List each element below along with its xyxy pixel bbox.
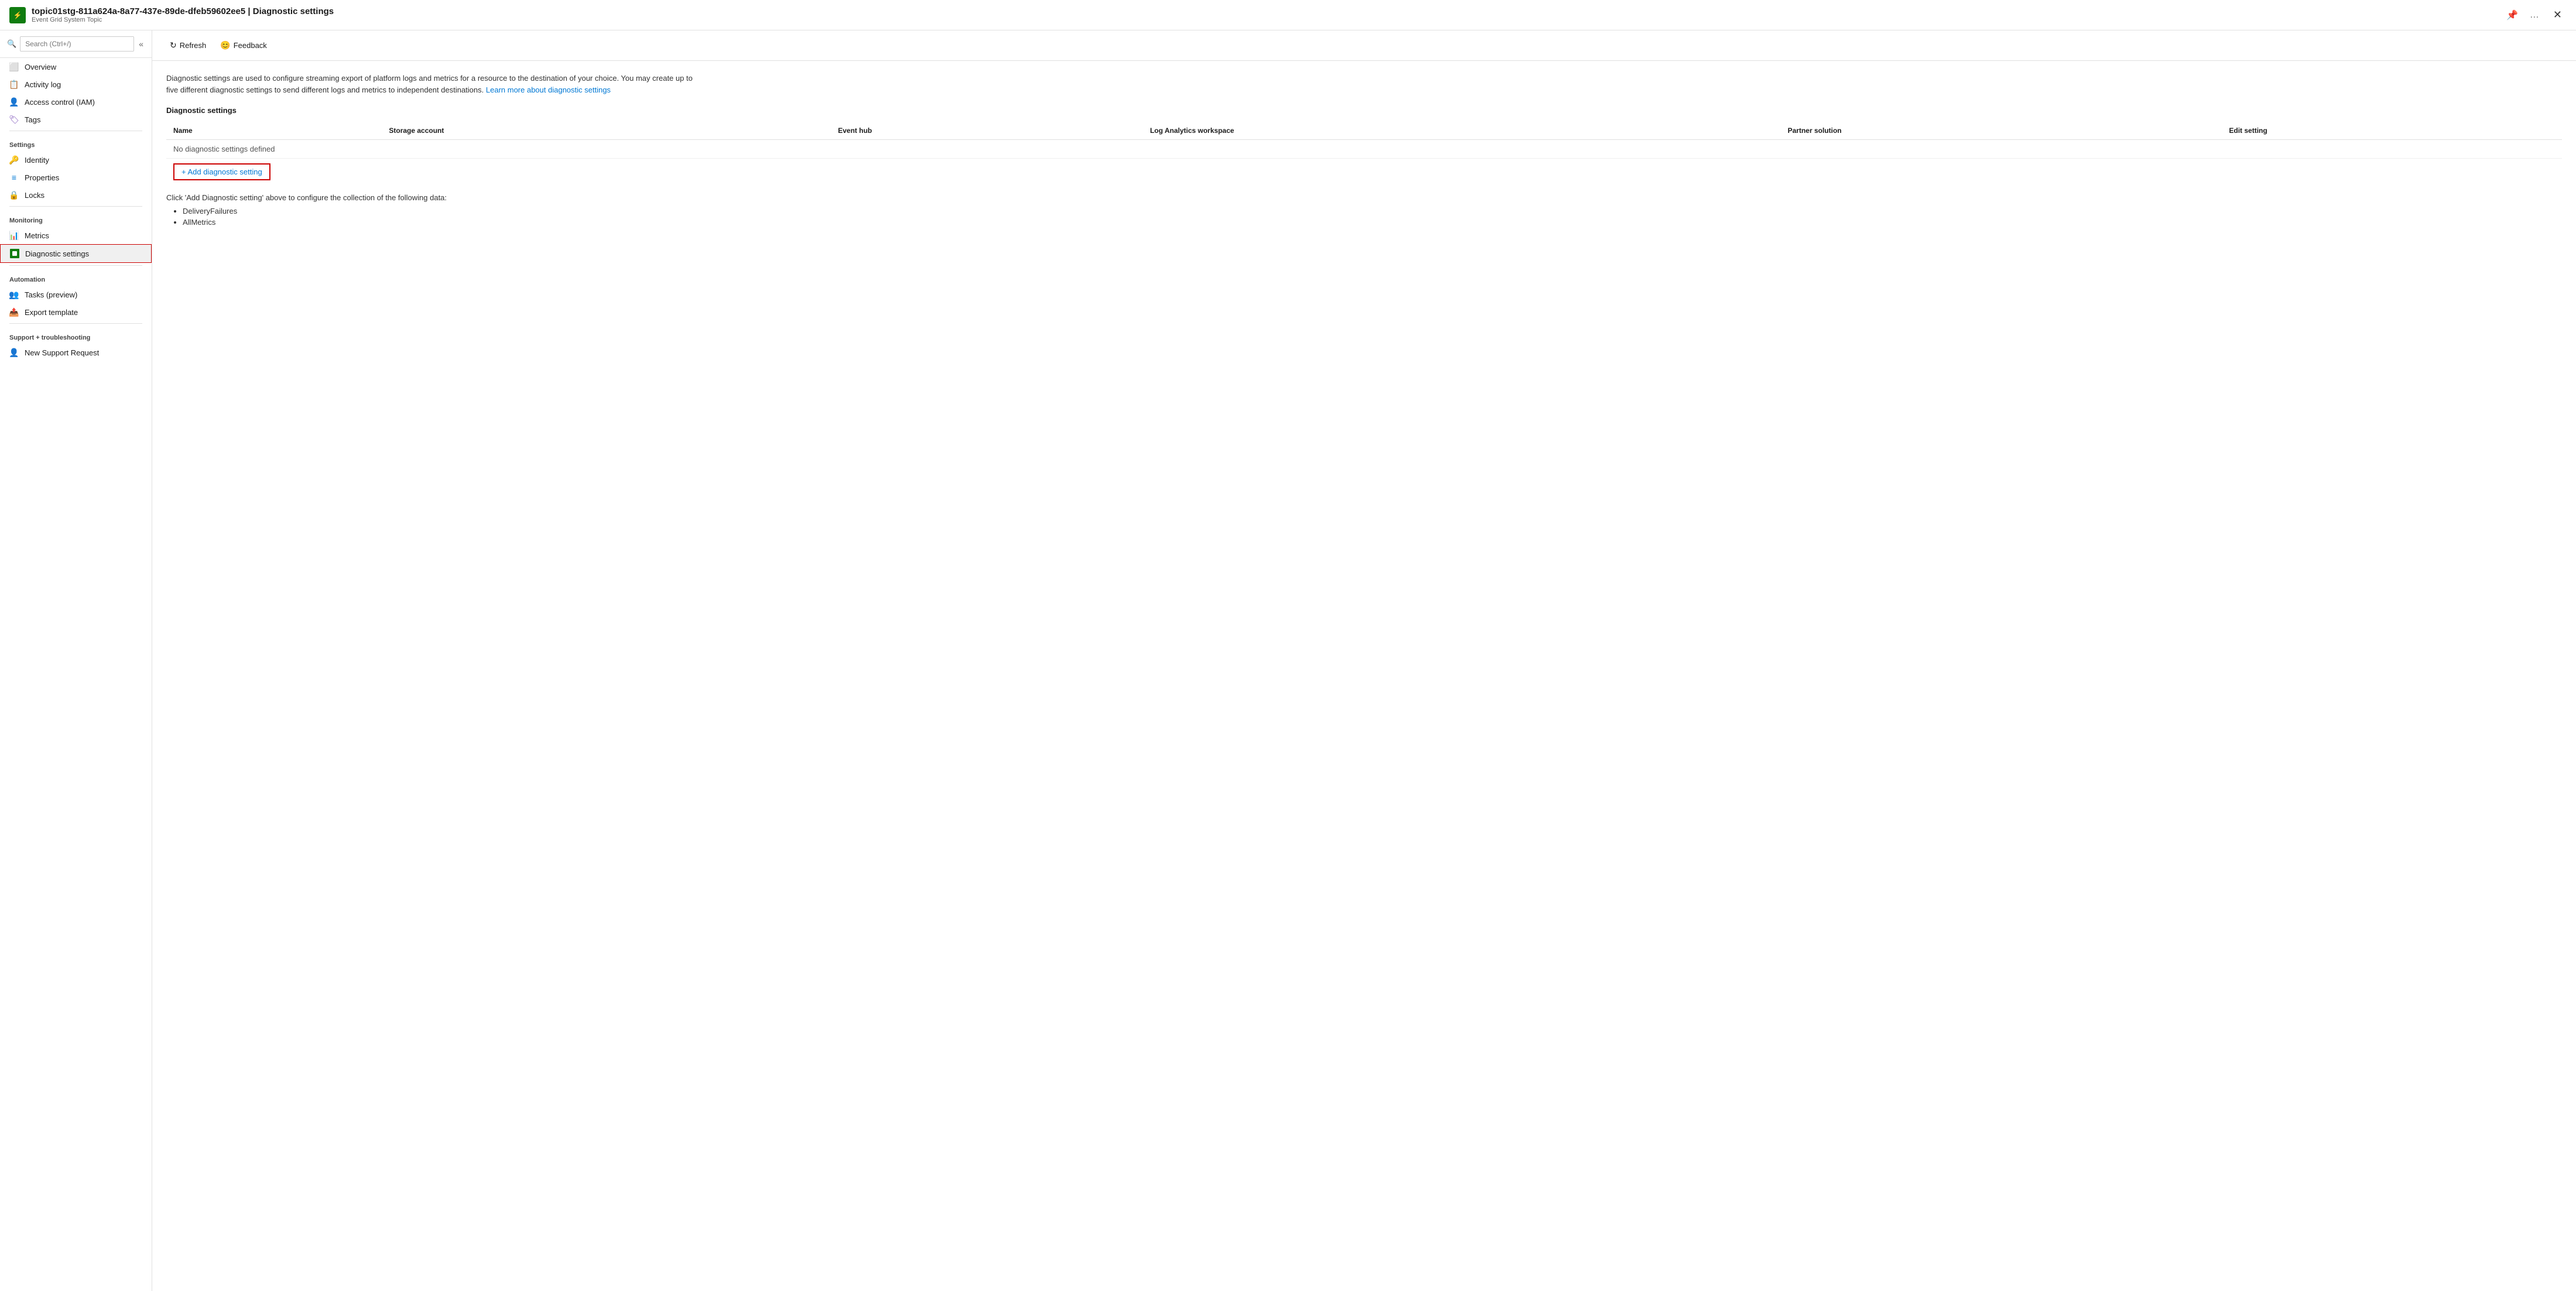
- col-header-eventhub: Event hub: [831, 122, 1143, 140]
- collapse-sidebar-button[interactable]: «: [138, 38, 145, 50]
- sidebar-item-diagnostic-settings[interactable]: Diagnostic settings: [0, 244, 152, 263]
- properties-icon: ≡: [9, 173, 19, 182]
- resource-type-label: Event Grid System Topic: [32, 16, 334, 23]
- title-text-group: topic01stg-811a624a-8a77-437e-89de-dfeb5…: [32, 6, 334, 23]
- tags-icon: 🏷: [9, 115, 19, 124]
- sidebar-item-label: Identity: [25, 156, 49, 165]
- configure-text: Click 'Add Diagnostic setting' above to …: [166, 193, 2562, 202]
- learn-more-link[interactable]: Learn more about diagnostic settings: [486, 85, 611, 94]
- search-input[interactable]: [20, 36, 134, 52]
- feedback-button[interactable]: 😊 Feedback: [214, 37, 273, 53]
- diagnostic-settings-icon: [10, 249, 19, 258]
- page-title: topic01stg-811a624a-8a77-437e-89de-dfeb5…: [32, 6, 334, 16]
- feedback-label: Feedback: [234, 41, 267, 50]
- search-icon: 🔍: [7, 39, 16, 49]
- support-divider: [9, 323, 142, 324]
- close-button[interactable]: ✕: [2548, 6, 2567, 23]
- sidebar-item-new-support-request[interactable]: 👤 New Support Request: [0, 344, 152, 361]
- add-diagnostic-setting-button[interactable]: + Add diagnostic setting: [173, 163, 270, 180]
- sidebar-item-label: Diagnostic settings: [25, 249, 89, 258]
- col-header-log-analytics: Log Analytics workspace: [1143, 122, 1780, 140]
- content-area: ↻ Refresh 😊 Feedback Diagnostic settings…: [152, 30, 2576, 1291]
- new-support-icon: 👤: [9, 348, 19, 357]
- sidebar-item-label: Tasks (preview): [25, 290, 77, 299]
- sidebar-item-label: Overview: [25, 63, 56, 71]
- data-item-delivery-failures: DeliveryFailures: [183, 207, 2562, 215]
- iam-icon: 👤: [9, 97, 19, 107]
- sidebar-item-locks[interactable]: 🔒 Locks: [0, 186, 152, 204]
- sidebar: 🔍 « ⬜ Overview 📋 Activity log 👤 Access c…: [0, 30, 152, 1291]
- title-bar: ⚡ topic01stg-811a624a-8a77-437e-89de-dfe…: [0, 0, 2576, 30]
- refresh-button[interactable]: ↻ Refresh: [164, 37, 212, 53]
- col-header-storage: Storage account: [382, 122, 831, 140]
- no-settings-row: No diagnostic settings defined: [166, 140, 2562, 159]
- title-left: ⚡ topic01stg-811a624a-8a77-437e-89de-dfe…: [9, 6, 334, 23]
- settings-section-label: Settings: [0, 133, 152, 151]
- col-header-edit: Edit setting: [2222, 122, 2562, 140]
- locks-icon: 🔒: [9, 190, 19, 200]
- sidebar-item-overview[interactable]: ⬜ Overview: [0, 58, 152, 76]
- sidebar-item-label: Export template: [25, 308, 78, 317]
- title-actions: 📌 … ✕: [2504, 6, 2567, 23]
- col-header-partner: Partner solution: [1780, 122, 2222, 140]
- diagnostic-settings-section-title: Diagnostic settings: [166, 106, 2562, 115]
- col-header-name: Name: [166, 122, 382, 140]
- overview-icon: ⬜: [9, 62, 19, 71]
- monitoring-divider: [9, 206, 142, 207]
- sidebar-item-label: New Support Request: [25, 348, 99, 357]
- sidebar-item-metrics[interactable]: 📊 Metrics: [0, 227, 152, 244]
- activity-log-icon: 📋: [9, 80, 19, 89]
- sidebar-item-export-template[interactable]: 📤 Export template: [0, 303, 152, 321]
- no-settings-text: No diagnostic settings defined: [166, 140, 2562, 159]
- sidebar-item-tasks[interactable]: 👥 Tasks (preview): [0, 286, 152, 303]
- metrics-icon: 📊: [9, 231, 19, 240]
- sidebar-item-identity[interactable]: 🔑 Identity: [0, 151, 152, 169]
- sidebar-item-properties[interactable]: ≡ Properties: [0, 169, 152, 186]
- export-template-icon: 📤: [9, 307, 19, 317]
- toolbar: ↻ Refresh 😊 Feedback: [152, 30, 2576, 61]
- sidebar-item-label: Tags: [25, 115, 40, 124]
- monitoring-section-label: Monitoring: [0, 209, 152, 227]
- search-bar: 🔍 «: [0, 30, 152, 58]
- sidebar-item-label: Locks: [25, 191, 44, 200]
- automation-divider: [9, 265, 142, 266]
- content-body: Diagnostic settings are used to configur…: [152, 61, 2576, 241]
- description-paragraph: Diagnostic settings are used to configur…: [166, 73, 693, 95]
- data-items-list: DeliveryFailures AllMetrics: [166, 207, 2562, 227]
- main-layout: 🔍 « ⬜ Overview 📋 Activity log 👤 Access c…: [0, 30, 2576, 1291]
- sidebar-item-label: Access control (IAM): [25, 98, 95, 107]
- sidebar-item-label: Properties: [25, 173, 59, 182]
- tasks-icon: 👥: [9, 290, 19, 299]
- feedback-icon: 😊: [220, 40, 230, 50]
- sidebar-item-tags[interactable]: 🏷 Tags: [0, 111, 152, 128]
- pin-button[interactable]: 📌: [2504, 7, 2520, 23]
- automation-section-label: Automation: [0, 268, 152, 286]
- resource-icon: ⚡: [9, 7, 26, 23]
- more-options-button[interactable]: …: [2527, 8, 2541, 23]
- sidebar-item-label: Activity log: [25, 80, 61, 89]
- identity-icon: 🔑: [9, 155, 19, 165]
- diagnostic-settings-table: Name Storage account Event hub Log Analy…: [166, 122, 2562, 159]
- support-section-label: Support + troubleshooting: [0, 326, 152, 344]
- sidebar-item-label: Metrics: [25, 231, 49, 240]
- sidebar-item-iam[interactable]: 👤 Access control (IAM): [0, 93, 152, 111]
- sidebar-item-activity-log[interactable]: 📋 Activity log: [0, 76, 152, 93]
- data-item-all-metrics: AllMetrics: [183, 218, 2562, 227]
- refresh-icon: ↻: [170, 40, 177, 50]
- refresh-label: Refresh: [180, 41, 207, 50]
- description-text-main: Diagnostic settings are used to configur…: [166, 74, 693, 94]
